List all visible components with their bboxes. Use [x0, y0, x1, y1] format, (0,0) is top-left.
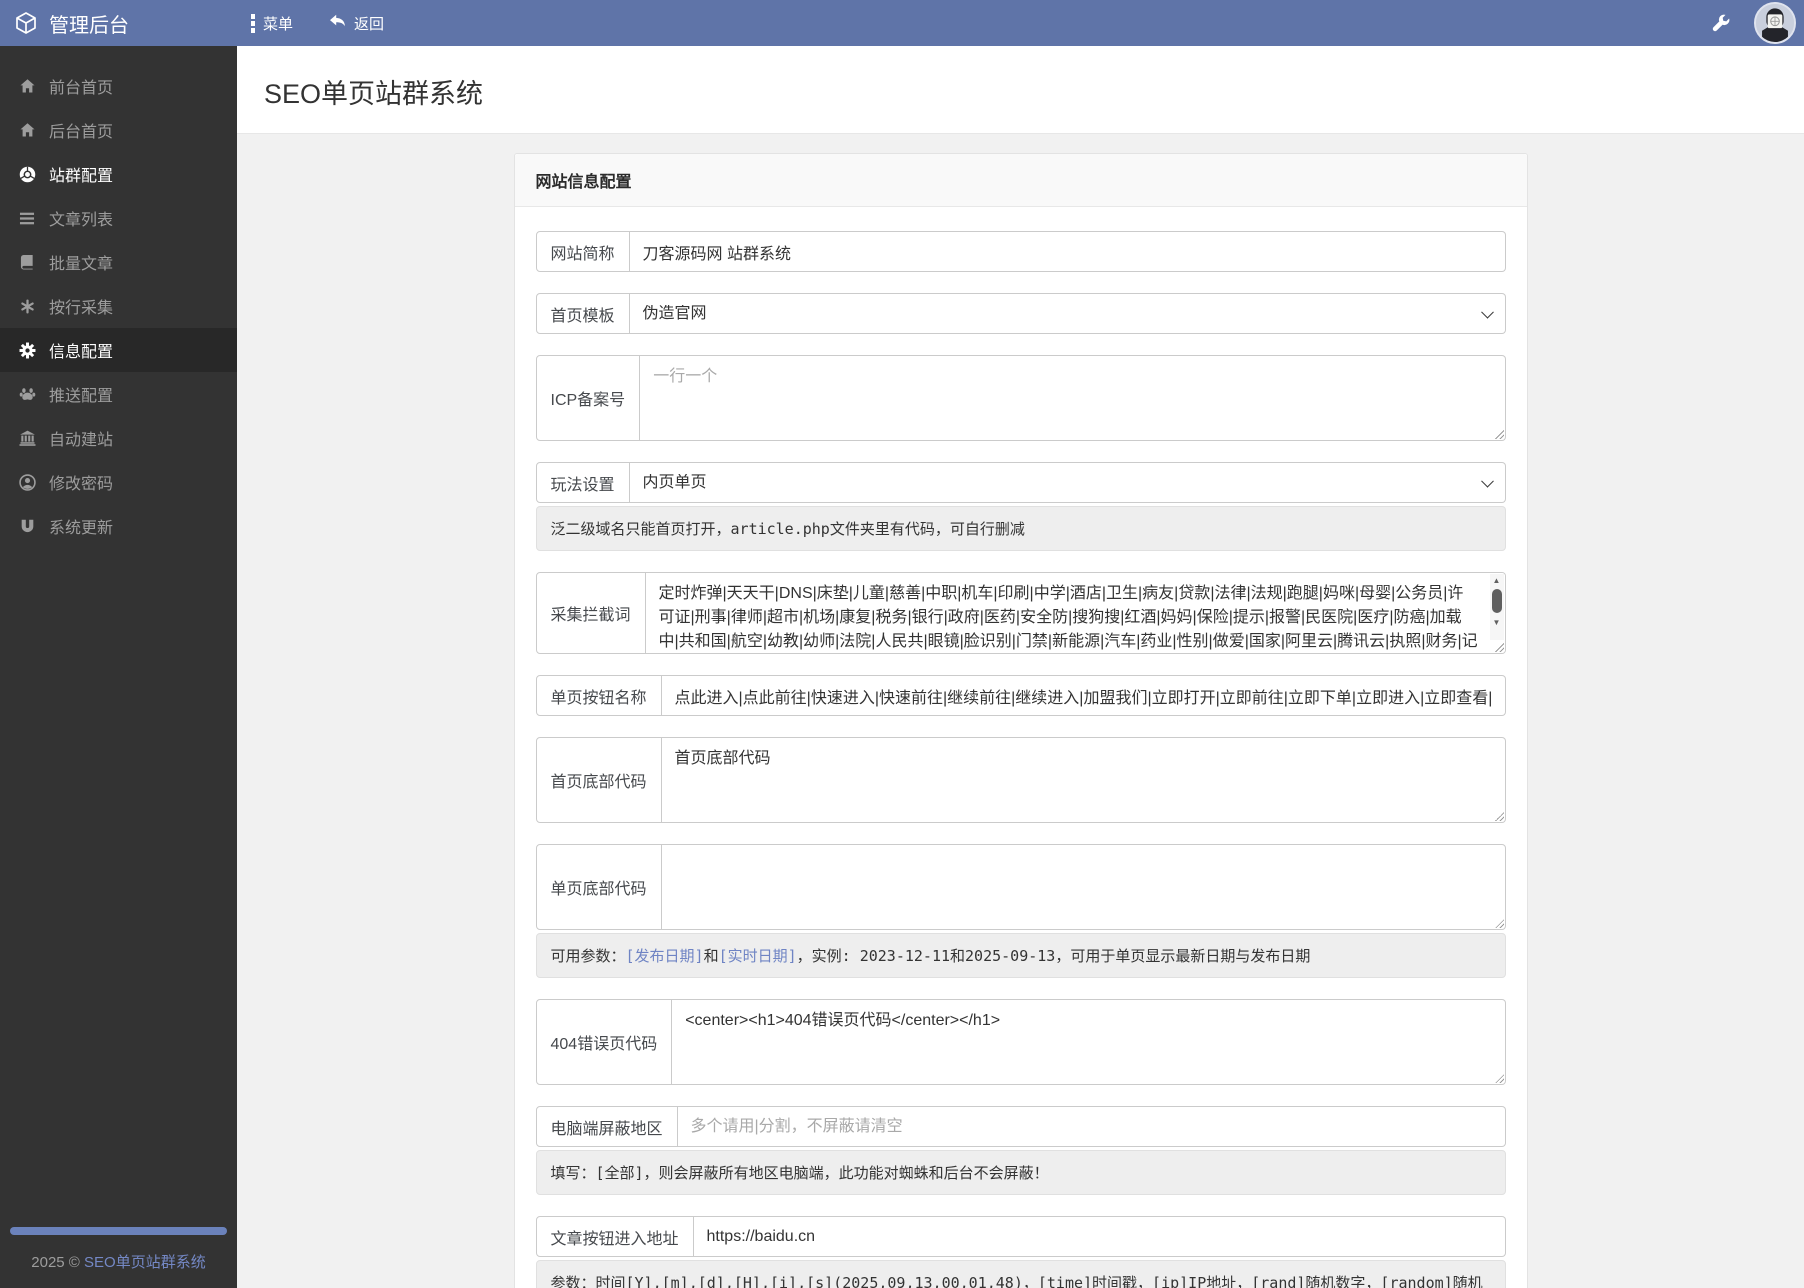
home-icon	[16, 78, 38, 94]
book-icon	[16, 254, 38, 270]
panel-body: 网站简称 首页模板 伪造官网	[515, 207, 1527, 1288]
form-row-site-name: 网站简称	[535, 231, 1506, 272]
sidebar-item-front-home[interactable]: 前台首页	[0, 64, 237, 108]
home-footer-code-label: 首页底部代码	[535, 737, 662, 823]
block-words-textarea[interactable]: 定时炸弹|天天干|DNS|床垫|儿童|慈善|中职|机车|印刷|中学|酒店|卫生|…	[645, 572, 1506, 654]
menu-button[interactable]: 菜单	[251, 13, 293, 34]
form-row-button-names: 单页按钮名称	[535, 675, 1506, 716]
sidebar-item-admin-home[interactable]: 后台首页	[0, 108, 237, 152]
panel-title: 网站信息配置	[514, 154, 1527, 207]
topbar-right	[1712, 2, 1804, 44]
form-row-block-words: 采集拦截词 定时炸弹|天天干|DNS|床垫|儿童|慈善|中职|机车|印刷|中学|…	[535, 572, 1506, 654]
block-words-label: 采集拦截词	[535, 572, 646, 654]
form-row-page-footer-code: 单页底部代码 可用参数：[发布日期]和[实时日期]，实例: 2023-12-11…	[535, 844, 1506, 978]
scroll-up-icon[interactable]: ▲	[1493, 574, 1501, 587]
sidebar-item-sitegroup-config[interactable]: 站群配置	[0, 152, 237, 196]
list-icon	[16, 211, 38, 226]
wrench-icon[interactable]	[1712, 14, 1730, 32]
sidebar-item-article-list[interactable]: 文章列表	[0, 196, 237, 240]
pc-block-region-label: 电脑端屏蔽地区	[535, 1106, 678, 1147]
footer-link[interactable]: SEO单页站群系统	[84, 1254, 206, 1271]
brand[interactable]: 管理后台	[0, 9, 237, 38]
page-footer-code-textarea[interactable]	[661, 844, 1506, 930]
textarea-scrollbar[interactable]: ▲ ▼	[1489, 574, 1504, 640]
paw-icon	[16, 386, 38, 402]
cube-icon	[14, 11, 38, 35]
sidebar-item-auto-build[interactable]: 自动建站	[0, 416, 237, 460]
sidebar: 前台首页 后台首页 站群配置 文章列表 批量文章 按行采集 信息配置 推送配置 …	[0, 46, 237, 1288]
site-info-panel: 网站信息配置 网站简称 首页模板	[513, 153, 1528, 1288]
avatar[interactable]	[1754, 2, 1796, 44]
magnet-icon	[16, 519, 38, 534]
article-button-url-help: 参数：时间[Y],[m],[d],[H],[i],[s](2025,09,13,…	[535, 1260, 1506, 1288]
icp-textarea[interactable]	[640, 355, 1506, 441]
main-content: SEO单页站群系统 网站信息配置 网站简称 首页模板	[237, 46, 1804, 1288]
site-name-input[interactable]	[629, 231, 1506, 272]
sidebar-item-batch-articles[interactable]: 批量文章	[0, 240, 237, 284]
play-mode-help: 泛二级域名只能首页打开，article.php文件夹里有代码，可自行删减	[535, 506, 1506, 551]
topbar: 管理后台 菜单 返回	[0, 0, 1804, 46]
sidebar-item-info-config[interactable]: 信息配置	[0, 328, 237, 372]
sidebar-footer: 2025 © SEO单页站群系统	[0, 1227, 237, 1288]
sidebar-item-push-config[interactable]: 推送配置	[0, 372, 237, 416]
home-footer-code-textarea[interactable]: 首页底部代码	[661, 737, 1506, 823]
page-title: SEO单页站群系统	[264, 79, 484, 109]
error-404-label: 404错误页代码	[535, 999, 673, 1085]
site-name-label: 网站简称	[535, 231, 630, 272]
article-button-url-label: 文章按钮进入地址	[535, 1216, 694, 1257]
copyright: 2025 © SEO单页站群系统	[31, 1254, 206, 1271]
form-row-home-footer-code: 首页底部代码 首页底部代码	[535, 737, 1506, 823]
form-row-article-button-url: 文章按钮进入地址 参数：时间[Y],[m],[d],[H],[i],[s](20…	[535, 1216, 1506, 1288]
sidebar-item-change-password[interactable]: 修改密码	[0, 460, 237, 504]
page-header: SEO单页站群系统	[237, 46, 1804, 134]
chrome-icon	[16, 166, 38, 183]
vertical-dots-icon	[251, 13, 255, 33]
page-footer-code-label: 单页底部代码	[535, 844, 662, 930]
form-row-404-code: 404错误页代码 <center><h1>404错误页代码</center></…	[535, 999, 1506, 1085]
button-names-input[interactable]	[661, 675, 1506, 716]
content-area: 网站信息配置 网站简称 首页模板	[237, 134, 1804, 1288]
scroll-down-icon[interactable]: ▼	[1493, 616, 1501, 629]
play-mode-label: 玩法设置	[535, 462, 630, 503]
form-row-pc-block-region: 电脑端屏蔽地区 填写：[全部]，则会屏蔽所有地区电脑端，此功能对蜘蛛和后台不会屏…	[535, 1106, 1506, 1195]
bank-icon	[16, 430, 38, 446]
sidebar-item-row-collect[interactable]: 按行采集	[0, 284, 237, 328]
form-row-home-template: 首页模板 伪造官网	[535, 293, 1506, 334]
home-icon	[16, 122, 38, 138]
pc-block-region-input[interactable]	[677, 1106, 1506, 1147]
publish-date-param-link[interactable]: [发布日期]	[626, 947, 704, 965]
reply-arrow-icon	[329, 14, 346, 33]
sidebar-item-system-update[interactable]: 系统更新	[0, 504, 237, 548]
sidebar-scroll-indicator[interactable]	[10, 1227, 227, 1235]
brand-title: 管理后台	[49, 14, 129, 37]
user-circle-icon	[16, 473, 38, 491]
back-button[interactable]: 返回	[329, 13, 384, 34]
pc-block-region-help: 填写：[全部]，则会屏蔽所有地区电脑端，此功能对蜘蛛和后台不会屏蔽！	[535, 1150, 1506, 1195]
scroll-thumb[interactable]	[1491, 589, 1502, 613]
page-footer-code-help: 可用参数：[发布日期]和[实时日期]，实例: 2023-12-11和2025-0…	[535, 933, 1506, 978]
sidebar-menu: 前台首页 后台首页 站群配置 文章列表 批量文章 按行采集 信息配置 推送配置 …	[0, 64, 237, 548]
home-template-select[interactable]: 伪造官网	[629, 293, 1506, 334]
realtime-date-param-link[interactable]: [实时日期]	[719, 947, 797, 965]
form-row-play-mode: 玩法设置 内页单页 泛二级域名只能首页打开，article.php文件夹里有代码…	[535, 462, 1506, 551]
asterisk-icon	[16, 298, 38, 314]
article-button-url-input[interactable]	[693, 1216, 1506, 1257]
top-nav: 菜单 返回	[251, 13, 384, 34]
button-names-label: 单页按钮名称	[535, 675, 662, 716]
icp-label: ICP备案号	[535, 355, 641, 441]
home-template-label: 首页模板	[535, 293, 630, 334]
play-mode-select[interactable]: 内页单页	[629, 462, 1506, 503]
error-404-textarea[interactable]: <center><h1>404错误页代码</center></h1>	[672, 999, 1506, 1085]
form-row-icp: ICP备案号	[535, 355, 1506, 441]
gear-icon	[16, 342, 38, 359]
